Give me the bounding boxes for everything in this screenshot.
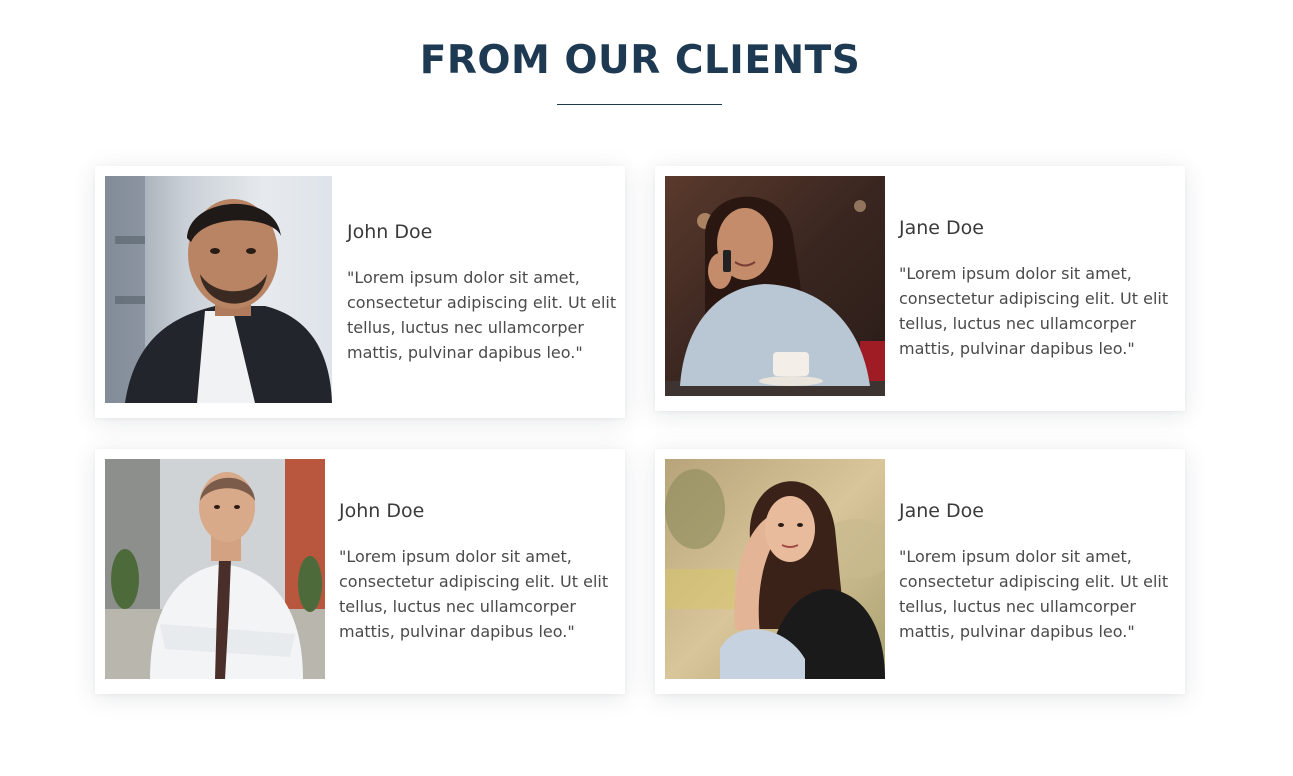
client-quote: "Lorem ipsum dolor sit amet, consectetur… [899,547,1169,641]
client-name: John Doe [347,221,433,243]
client-quote: "Lorem ipsum dolor sit amet, consectetur… [899,264,1169,358]
title-underline [557,104,722,105]
testimonial-card: John Doe "Lorem ipsum dolor sit amet, co… [95,449,625,694]
testimonial-card: Jane Doe "Lorem ipsum dolor sit amet, co… [655,449,1185,694]
testimonials-section: FROM OUR CLIENTS John Doe "Lorem ipsum d… [0,0,1293,776]
client-photo [105,459,325,679]
client-photo [665,176,885,396]
client-quote: "Lorem ipsum dolor sit amet, consectetur… [339,547,609,641]
client-photo [665,459,885,679]
testimonial-card: Jane Doe "Lorem ipsum dolor sit amet, co… [655,166,1185,411]
client-name: John Doe [339,500,425,522]
testimonial-card: John Doe "Lorem ipsum dolor sit amet, co… [95,166,625,418]
client-photo [105,176,332,403]
client-name: Jane Doe [899,500,984,522]
client-quote: "Lorem ipsum dolor sit amet, consectetur… [347,268,617,362]
client-name: Jane Doe [899,217,984,239]
section-title: FROM OUR CLIENTS [419,38,861,83]
